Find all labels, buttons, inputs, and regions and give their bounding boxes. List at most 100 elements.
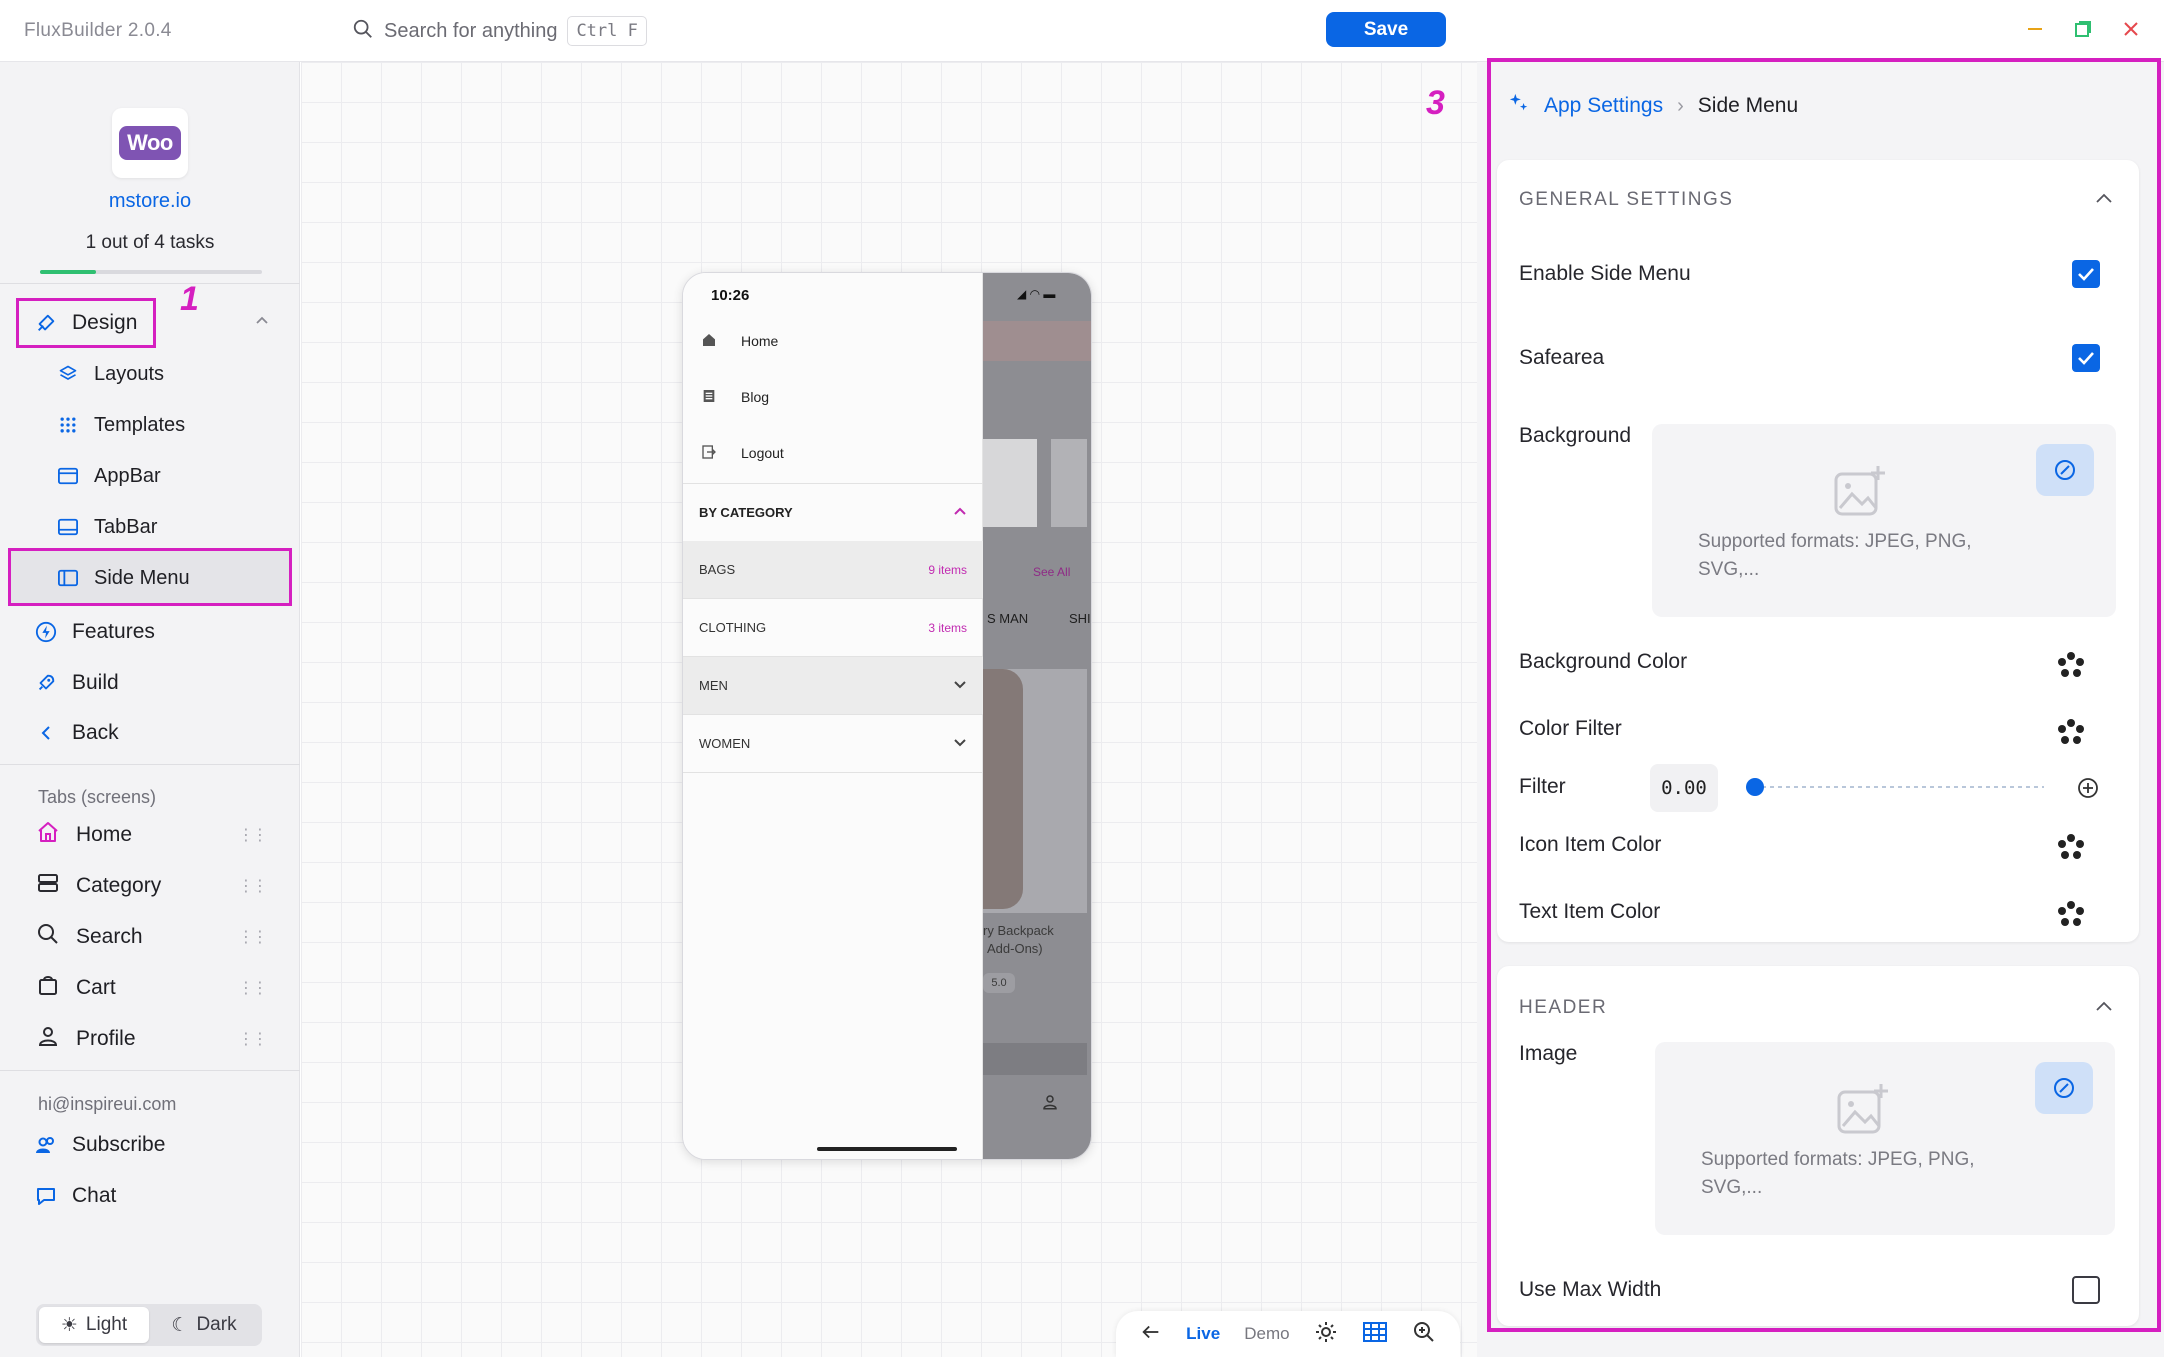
tasks-progress-text: 1 out of 4 tasks <box>85 232 215 253</box>
theme-toggle[interactable]: ☀ Light ☾ Dark <box>36 1304 262 1346</box>
grid-icon[interactable] <box>1362 1321 1388 1348</box>
drag-handle-icon[interactable]: ⋮⋮ <box>238 825 268 845</box>
drawer-item-blog[interactable]: Blog <box>701 377 769 417</box>
close-icon[interactable] <box>2116 14 2146 44</box>
sidebar-item-label: Chat <box>72 1184 117 1207</box>
minimize-icon[interactable] <box>2020 14 2050 44</box>
filter-slider-thumb[interactable] <box>1746 778 1764 796</box>
drawer-item-label: Blog <box>741 389 770 405</box>
drag-handle-icon[interactable]: ⋮⋮ <box>238 927 268 947</box>
bottom-bar <box>983 1043 1087 1075</box>
color-palette-icon[interactable] <box>2056 717 2086 747</box>
filter-label: Filter <box>1519 775 1566 798</box>
category-count: 3 items <box>928 620 967 635</box>
divider <box>0 1070 300 1071</box>
tabs-section-label: Tabs (screens) <box>38 787 157 807</box>
breadcrumb-app-settings[interactable]: App Settings <box>1544 94 1663 118</box>
store-name[interactable]: mstore.io <box>0 190 300 213</box>
chevron-up-icon[interactable] <box>2094 998 2114 1019</box>
tab-item-category[interactable]: Category ⋮⋮ <box>36 866 268 906</box>
sidebar-item-features[interactable]: Features <box>34 612 155 652</box>
drag-handle-icon[interactable]: ⋮⋮ <box>238 876 268 896</box>
safearea-checkbox[interactable] <box>2072 344 2100 372</box>
search-icon <box>36 922 60 952</box>
filter-value-input[interactable]: 0.00 <box>1650 764 1718 812</box>
sidebar-item-tabbar[interactable]: TabBar <box>56 507 157 547</box>
annotation-1: 1 <box>180 280 199 318</box>
sidebar-item-appbar[interactable]: AppBar <box>56 456 161 496</box>
enable-side-menu-checkbox[interactable] <box>2072 260 2100 288</box>
sidebar-item-label: Build <box>72 671 119 694</box>
tab-item-label: Cart <box>76 976 116 999</box>
sidebar-item-subscribe[interactable]: Subscribe <box>34 1125 165 1165</box>
theme-light-option[interactable]: ☀ Light <box>39 1307 149 1343</box>
sidebar-item-layouts[interactable]: Layouts <box>56 354 164 394</box>
tab-item-home[interactable]: Home ⋮⋮ <box>36 815 268 855</box>
status-icons: ◢ ◠ ▬ <box>1017 287 1056 301</box>
breadcrumb: App Settings › Side Menu <box>1508 92 1798 120</box>
edit-image-button[interactable] <box>2035 1062 2093 1114</box>
sidebar-item-back[interactable]: Back <box>34 713 119 753</box>
drawer-category-clothing[interactable]: CLOTHING 3 items <box>683 599 983 657</box>
header-image-dropzone[interactable]: Supported formats: JPEG, PNG, SVG,... <box>1655 1042 2115 1235</box>
color-palette-icon[interactable] <box>2056 832 2086 862</box>
edit-image-button[interactable] <box>2036 444 2094 496</box>
drawer-category-women[interactable]: WOMEN <box>683 715 983 773</box>
divider <box>0 283 300 284</box>
chevron-up-icon[interactable] <box>2094 190 2114 211</box>
chat-icon <box>34 1184 58 1208</box>
tasks-progress-bar <box>40 270 262 274</box>
tab-item-label: Search <box>76 925 143 948</box>
chevron-up-icon[interactable] <box>254 312 270 333</box>
tab-item-cart[interactable]: Cart ⋮⋮ <box>36 968 268 1008</box>
drawer-item-logout[interactable]: Logout <box>701 433 784 473</box>
drag-handle-icon[interactable]: ⋮⋮ <box>238 978 268 998</box>
annotation-3: 3 <box>1426 84 1445 122</box>
maximize-icon[interactable] <box>2068 14 2098 44</box>
search-shortcut: Ctrl F <box>567 16 647 46</box>
sidebar-item-chat[interactable]: Chat <box>34 1176 116 1216</box>
title-bar: FluxBuilder 2.0.4 Search for anything Ct… <box>0 0 2164 62</box>
category-icon <box>36 871 60 901</box>
home-icon <box>701 332 717 351</box>
plus-circle-icon[interactable] <box>2076 776 2100 805</box>
drag-handle-icon[interactable]: ⋮⋮ <box>238 1029 268 1049</box>
demo-mode-button[interactable]: Demo <box>1244 1324 1289 1344</box>
sun-icon: ☀ <box>60 1314 78 1336</box>
save-button[interactable]: Save <box>1326 12 1446 47</box>
support-email[interactable]: hi@inspireui.com <box>38 1094 176 1115</box>
sidebar-item-label: Subscribe <box>72 1133 166 1156</box>
drawer-item-home[interactable]: Home <box>701 321 778 361</box>
arrow-left-icon[interactable] <box>1140 1321 1162 1348</box>
color-palette-icon[interactable] <box>2056 650 2086 680</box>
breadcrumb-current: Side Menu <box>1697 94 1799 117</box>
filter-slider[interactable] <box>1746 778 2044 796</box>
tab-item-profile[interactable]: Profile ⋮⋮ <box>36 1019 268 1059</box>
sun-icon[interactable] <box>1314 1320 1338 1349</box>
color-palette-icon[interactable] <box>2056 899 2086 929</box>
live-mode-button[interactable]: Live <box>1186 1324 1220 1344</box>
sidebar-item-side-menu[interactable]: Side Menu <box>56 558 190 598</box>
phone-preview[interactable]: See All S MAN SHI ry Backpack Add-Ons) 5… <box>682 272 1092 1160</box>
header-image-label: Image <box>1519 1042 1578 1065</box>
sidebar-item-build[interactable]: Build <box>34 663 119 703</box>
add-image-icon <box>1832 464 1888 525</box>
icon-item-color-label: Icon Item Color <box>1519 833 1662 856</box>
background-image-dropzone[interactable]: Supported formats: JPEG, PNG, SVG,... <box>1652 424 2116 617</box>
by-category-header[interactable]: BY CATEGORY <box>683 484 983 542</box>
header-settings-title: HEADER <box>1519 997 1608 1018</box>
tab-item-label: Profile <box>76 1027 136 1050</box>
chevron-down-icon <box>953 677 967 694</box>
drawer-category-men[interactable]: MEN <box>683 657 983 715</box>
category-name: BAGS <box>699 562 736 577</box>
theme-dark-option[interactable]: ☾ Dark <box>149 1307 259 1343</box>
tab-item-search[interactable]: Search ⋮⋮ <box>36 917 268 957</box>
drawer-category-bags[interactable]: BAGS 9 items <box>683 541 983 599</box>
use-max-width-checkbox[interactable] <box>2072 1276 2100 1304</box>
tasks-progress-fill <box>40 270 96 274</box>
sidebar-item-templates[interactable]: Templates <box>56 405 185 445</box>
zoom-in-icon[interactable] <box>1412 1320 1436 1349</box>
sidebar-item-design[interactable]: Design <box>34 303 137 343</box>
cart-icon <box>36 973 60 1003</box>
search-input[interactable]: Search for anything Ctrl F <box>352 12 647 50</box>
